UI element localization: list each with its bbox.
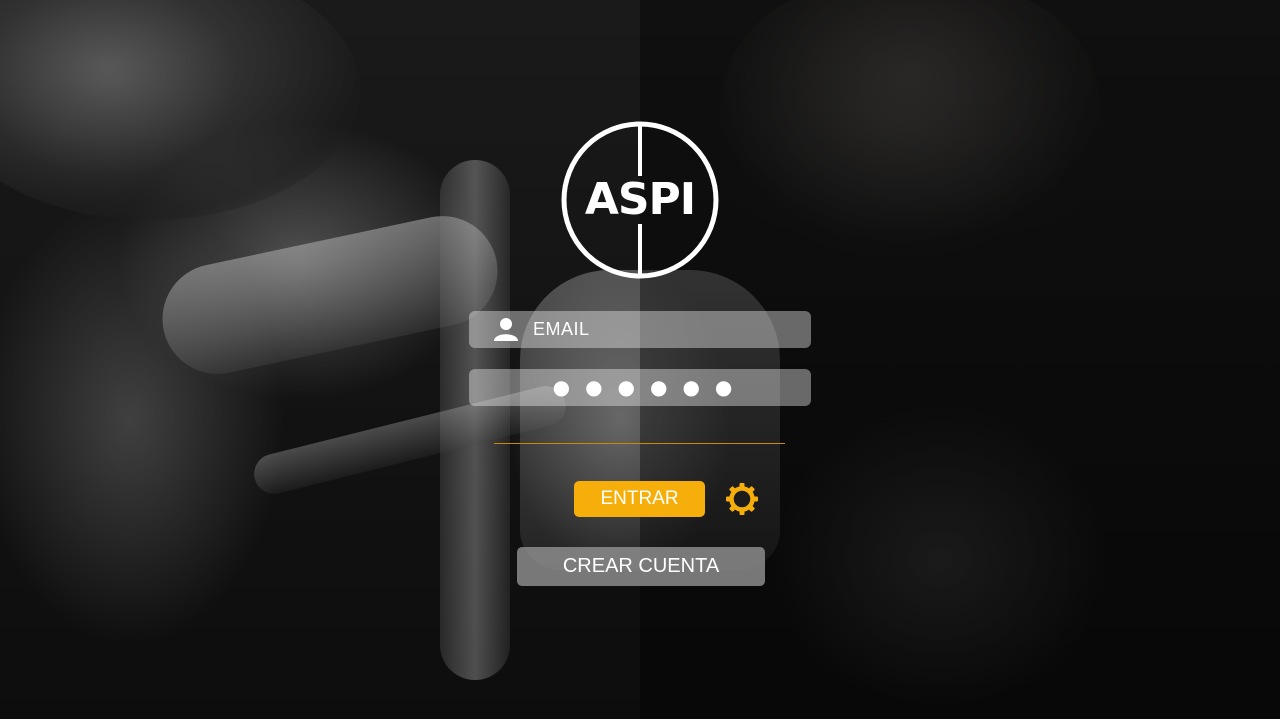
aspi-logo: ASPI [560, 120, 720, 280]
gear-icon[interactable] [724, 481, 760, 517]
email-placeholder[interactable]: EMAIL [533, 311, 793, 348]
background-pipe [152, 205, 508, 385]
logo-text: ASPI [584, 174, 696, 225]
password-field[interactable]: ●●●●●● [469, 369, 811, 406]
background-dark-overlay [640, 0, 1280, 719]
background-tire [0, 0, 360, 220]
background-hand [720, 0, 1100, 230]
email-field[interactable]: EMAIL [469, 311, 811, 348]
divider [494, 443, 785, 444]
background-pipe [440, 160, 510, 680]
user-icon [494, 318, 518, 341]
login-screen: ASPI EMAIL ●●●●●● ENTRAR CREAR CUENTA [0, 0, 1280, 719]
create-account-button[interactable]: CREAR CUENTA [517, 547, 765, 586]
enter-button[interactable]: ENTRAR [574, 481, 705, 517]
password-mask[interactable]: ●●●●●● [469, 369, 811, 406]
